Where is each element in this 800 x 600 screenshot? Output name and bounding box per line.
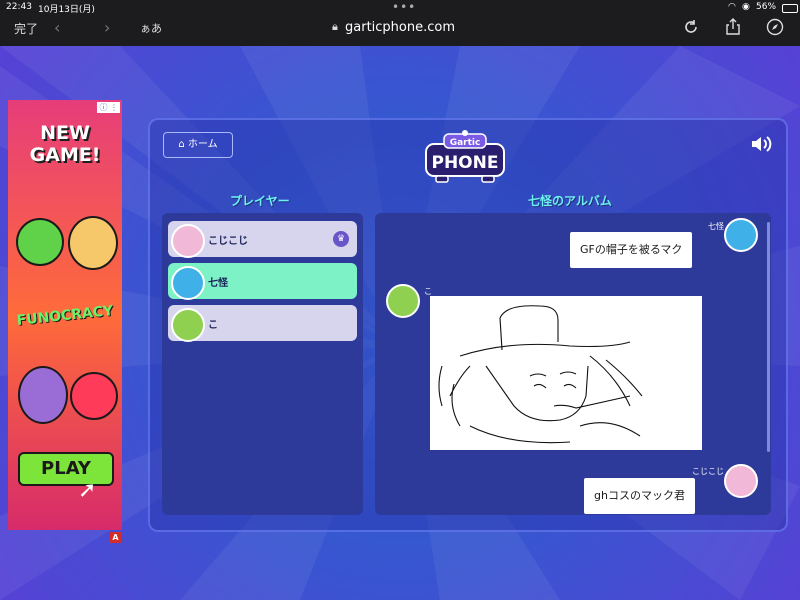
album-avatar — [724, 218, 758, 252]
ad-thumbs-character — [16, 218, 64, 266]
ad-bearded-character — [18, 366, 68, 424]
done-button[interactable]: 完了 — [14, 20, 38, 37]
back-icon[interactable]: ‹ — [54, 18, 60, 37]
lock-icon: 🔒︎ — [332, 20, 338, 33]
players-list: こじこじ ♛ 七怪 こ — [162, 213, 363, 515]
ad-info-icon[interactable]: ⓘ ⋮ — [97, 102, 120, 113]
ad-brand: FUNOCRACY — [15, 302, 114, 330]
battery-label: 56% — [756, 2, 777, 12]
location-icon: ◉ — [742, 2, 750, 12]
status-time: 22:43 — [6, 2, 32, 12]
ad-banner[interactable]: ⓘ ⋮ NEW GAME! FUNOCRACY PLAY ➚ — [8, 100, 122, 530]
speaker-icon[interactable] — [750, 134, 774, 154]
home-button[interactable]: ⌂ ホーム — [163, 132, 233, 158]
player-name: こ — [208, 320, 218, 331]
album-text-entry: GFの帽子を被るマク — [570, 232, 693, 268]
home-label: ホーム — [187, 139, 218, 150]
album-avatar — [724, 464, 758, 498]
gartic-phone-logo: Gartic PHONE — [425, 130, 505, 183]
player-row[interactable]: こ — [168, 305, 357, 342]
ad-cursor-icon: ➚ — [78, 478, 97, 503]
players-title: プレイヤー — [230, 194, 290, 208]
ad-headline: NEW GAME! — [29, 122, 101, 166]
share-icon[interactable] — [724, 18, 742, 36]
logo-bottom-text: PHONE — [432, 153, 499, 173]
player-avatar — [171, 308, 205, 342]
ad-blonde-character — [68, 216, 118, 270]
ad-choices-badge[interactable]: A — [110, 532, 121, 543]
compass-icon[interactable] — [766, 18, 784, 36]
player-row[interactable]: 七怪 — [168, 263, 357, 300]
player-row[interactable]: こじこじ ♛ — [168, 221, 357, 258]
album-text-entry: ghコスのマック君 — [584, 478, 695, 514]
ad-play-button[interactable]: PLAY — [18, 452, 114, 486]
player-avatar — [171, 266, 205, 300]
home-icon: ⌂ — [178, 139, 185, 150]
logo-top-text: Gartic — [450, 138, 481, 148]
player-name: こじこじ — [208, 236, 248, 247]
album-title: 七怪のアルバム — [528, 194, 612, 208]
album-avatar — [386, 284, 420, 318]
wifi-icon: ◠ — [728, 2, 736, 12]
forward-icon[interactable]: › — [104, 18, 110, 37]
album-author: 七怪 — [708, 222, 724, 231]
browser-toolbar: 22:43 10月13日(月) ••• ◠ ◉ 56% 完了 ‹ › ぁあ 🔒︎… — [0, 0, 800, 46]
battery-icon — [782, 4, 798, 13]
ad-tongue-character — [70, 372, 118, 420]
album-scrollbar[interactable] — [767, 222, 770, 452]
album-drawing — [430, 296, 702, 450]
album-author: こじこじ — [692, 467, 724, 476]
multitask-dots[interactable]: ••• — [392, 0, 416, 14]
crown-icon: ♛ — [333, 231, 349, 247]
player-name: 七怪 — [208, 278, 228, 289]
status-date: 10月13日(月) — [38, 5, 95, 15]
reader-text-button[interactable]: ぁあ — [140, 20, 162, 36]
reload-icon[interactable] — [682, 18, 700, 36]
player-avatar — [171, 224, 205, 258]
address-bar[interactable]: garticphone.com — [345, 20, 455, 35]
